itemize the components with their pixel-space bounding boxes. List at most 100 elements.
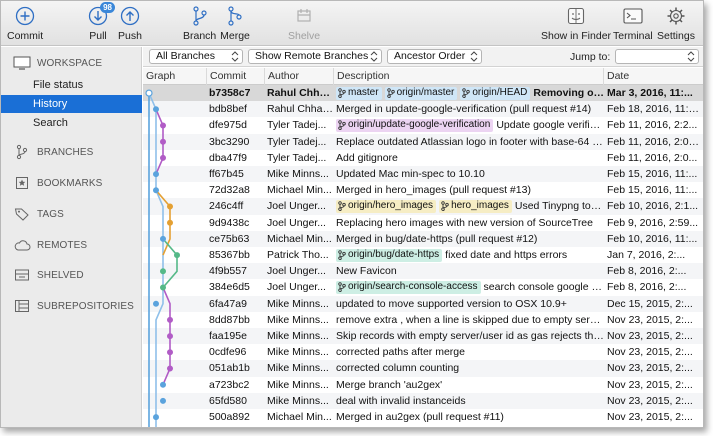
commit-node <box>167 333 174 340</box>
commit-node <box>160 154 167 161</box>
commit-message: Add gitignore <box>336 151 398 164</box>
branch-tag[interactable]: hero_images <box>439 199 512 213</box>
column-header-date[interactable]: Date <box>604 68 703 85</box>
branch-tag[interactable]: origin/search-console-access <box>336 280 481 294</box>
column-header-graph[interactable]: Graph <box>143 68 207 85</box>
table-row[interactable]: bdb8bef Rahul Chhab... Merged in update-go… <box>143 101 703 118</box>
bookmark-star-icon <box>11 176 33 190</box>
sidebar-section-branches[interactable]: BRANCHES <box>1 142 142 162</box>
commit-node <box>174 252 181 259</box>
table-row[interactable]: 0cdfe96 Mike Minns... corrected paths afte… <box>143 344 703 360</box>
commit-node <box>167 316 174 323</box>
branch-button[interactable]: Branch <box>183 4 216 44</box>
table-row[interactable]: b7358c7 Rahul Chhab... master origin/master… <box>143 85 703 102</box>
table-row[interactable]: 051ab1b Mike Minns... corrected column co… <box>143 360 703 377</box>
commit-description: updated to move supported version to OSX… <box>336 296 604 312</box>
branch-tag[interactable]: origin/bug/date-https <box>336 248 443 262</box>
table-row[interactable]: 6fa47a9 Mike Minns... updated to move supp… <box>143 295 703 312</box>
branch-tag[interactable]: origin/update-google-verification <box>336 118 494 132</box>
commit-button[interactable]: Commit <box>7 4 43 44</box>
commit-description: Skip records with empty server/user id a… <box>336 328 604 344</box>
branch-tag[interactable]: origin/master <box>384 86 458 100</box>
shelve-button[interactable]: Shelve <box>288 4 320 44</box>
column-header-commit[interactable]: Commit <box>207 68 265 85</box>
branches-dropdown[interactable]: All Branches <box>149 49 243 64</box>
commit-description: origin/search-console-access search conso… <box>336 279 604 295</box>
terminal-label: Terminal <box>613 30 653 42</box>
table-row[interactable]: 85367bb Patrick Tho... origin/bug/date-htt… <box>143 247 703 263</box>
sidebar-item-history[interactable]: History <box>1 94 142 113</box>
terminal-button[interactable]: Terminal <box>613 4 653 44</box>
commit-description: origin/bug/date-https fixed date and http… <box>336 247 604 263</box>
commit-node <box>160 235 167 242</box>
show-in-finder-button[interactable]: Show in Finder <box>541 4 611 44</box>
branch-tag-label: hero_images <box>451 200 509 212</box>
push-button[interactable]: Push <box>115 4 145 44</box>
commit-description: Merged in hero_images (pull request #13) <box>336 182 604 198</box>
sidebar-item-file-status[interactable]: File status <box>1 76 142 94</box>
monitor-icon <box>11 56 33 70</box>
sidebar-item-search[interactable]: Search <box>1 114 142 132</box>
commit-message: Merged in bug/date-https (pull request #… <box>336 232 538 245</box>
table-row[interactable]: dfe975d Tyler Tadej... origin/update-googl… <box>143 117 703 133</box>
table-row[interactable]: 65fd580 Mike Minns... deal with invalid in… <box>143 392 703 409</box>
commit-hash: 0cdfe96 <box>209 346 247 359</box>
column-header-author[interactable]: Author <box>265 68 334 85</box>
dropdown-arrows-icon <box>231 51 239 62</box>
sidebar-section-bookmarks[interactable]: BOOKMARKS <box>1 173 142 193</box>
sidebar-section-remotes[interactable]: REMOTES <box>1 235 142 255</box>
branch-tag[interactable]: origin/hero_images <box>336 199 437 213</box>
commit-description: remove extra , when a line is skipped du… <box>336 312 604 328</box>
graph-lane <box>162 238 178 289</box>
table-row[interactable]: 4f9b557 Joel Unger... New Favicon Feb 8, 20… <box>143 263 703 280</box>
sidebar-section-subrepositories[interactable]: SUBREPOSITORIES <box>1 296 142 316</box>
table-row[interactable]: faa195e Mike Minns... Skip records with em… <box>143 328 703 345</box>
tag-icon <box>11 207 33 221</box>
commit-author: Mike Minns... <box>267 330 329 342</box>
branch-icon <box>462 88 471 98</box>
commit-label: Commit <box>7 30 44 42</box>
settings-button[interactable]: Settings <box>657 4 695 44</box>
commit-author: Mike Minns... <box>267 378 329 391</box>
table-row[interactable]: 3bc3290 Tyler Tadej... Replace outdated At… <box>143 133 703 150</box>
commit-node <box>160 122 167 129</box>
table-row[interactable]: 9d9438c Joel Unger... Replacing hero image… <box>143 215 703 231</box>
shelve-label: Shelve <box>288 30 321 42</box>
commit-hash: ff67b45 <box>209 168 244 180</box>
commit-date: Feb 11, 2016, 2:2... <box>607 119 698 132</box>
commit-description: origin/hero_images hero_images Used Tinypn… <box>336 198 604 214</box>
table-row[interactable]: ff67b45 Mike Minns... Updated Mac min-spec… <box>143 166 703 183</box>
order-dropdown[interactable]: Ancestor Order <box>387 49 482 64</box>
dropdown-arrows-icon <box>370 51 378 62</box>
sidebar-section-shelved[interactable]: SHELVED <box>1 265 142 285</box>
branch-tag[interactable]: master <box>336 86 382 100</box>
table-row[interactable]: 246c4ff Joel Unger... origin/hero_images he… <box>143 198 703 215</box>
branches-dropdown-value: All Branches <box>156 50 215 62</box>
table-row[interactable]: 8dd87bb Mike Minns... remove extra , when … <box>143 312 703 328</box>
branch-icon <box>338 201 346 212</box>
commit-hash: 9d9438c <box>209 216 250 229</box>
sidebar-section-tags[interactable]: TAGS <box>1 204 142 224</box>
merge-button[interactable]: Merge <box>220 4 250 44</box>
cloud-icon <box>11 239 33 251</box>
table-row[interactable]: a723bc2 Mike Minns... Merge branch 'au2gex… <box>143 377 703 393</box>
sidebar-section-workspace[interactable]: WORKSPACE <box>1 53 142 73</box>
table-row[interactable]: 72d32a8 Michael Min... Merged in hero_imag… <box>143 182 703 198</box>
jump-to-dropdown[interactable] <box>615 49 699 64</box>
branch-tag[interactable]: origin/HEAD <box>460 86 531 100</box>
pull-button[interactable]: 98 Pull <box>83 2 115 44</box>
column-header-description[interactable]: Description <box>334 68 604 85</box>
commit-description: corrected paths after merge <box>336 344 604 360</box>
commit-message: Removing ol... <box>533 87 604 99</box>
table-row[interactable]: ce75b63 Michael Min... Merged in bug/date-… <box>143 230 703 247</box>
commit-node <box>153 171 160 178</box>
table-row[interactable]: 384e6d5 Joel Unger... origin/search-consol… <box>143 279 703 295</box>
commit-author: Michael Min... <box>267 184 332 197</box>
commit-author: Mike Minns... <box>267 313 329 326</box>
remote-branches-dropdown[interactable]: Show Remote Branches <box>248 49 382 64</box>
commit-author: Joel Unger... <box>267 265 326 278</box>
commit-message: Replace outdated Atlassian logo in foote… <box>336 135 604 148</box>
table-row[interactable]: dba47f9 Tyler Tadej... Add gitignore Feb 11… <box>143 150 703 166</box>
table-row[interactable]: 500a892 Michael Min... Merged in au2gex (p… <box>143 409 703 425</box>
plus-circle-icon <box>10 4 40 28</box>
